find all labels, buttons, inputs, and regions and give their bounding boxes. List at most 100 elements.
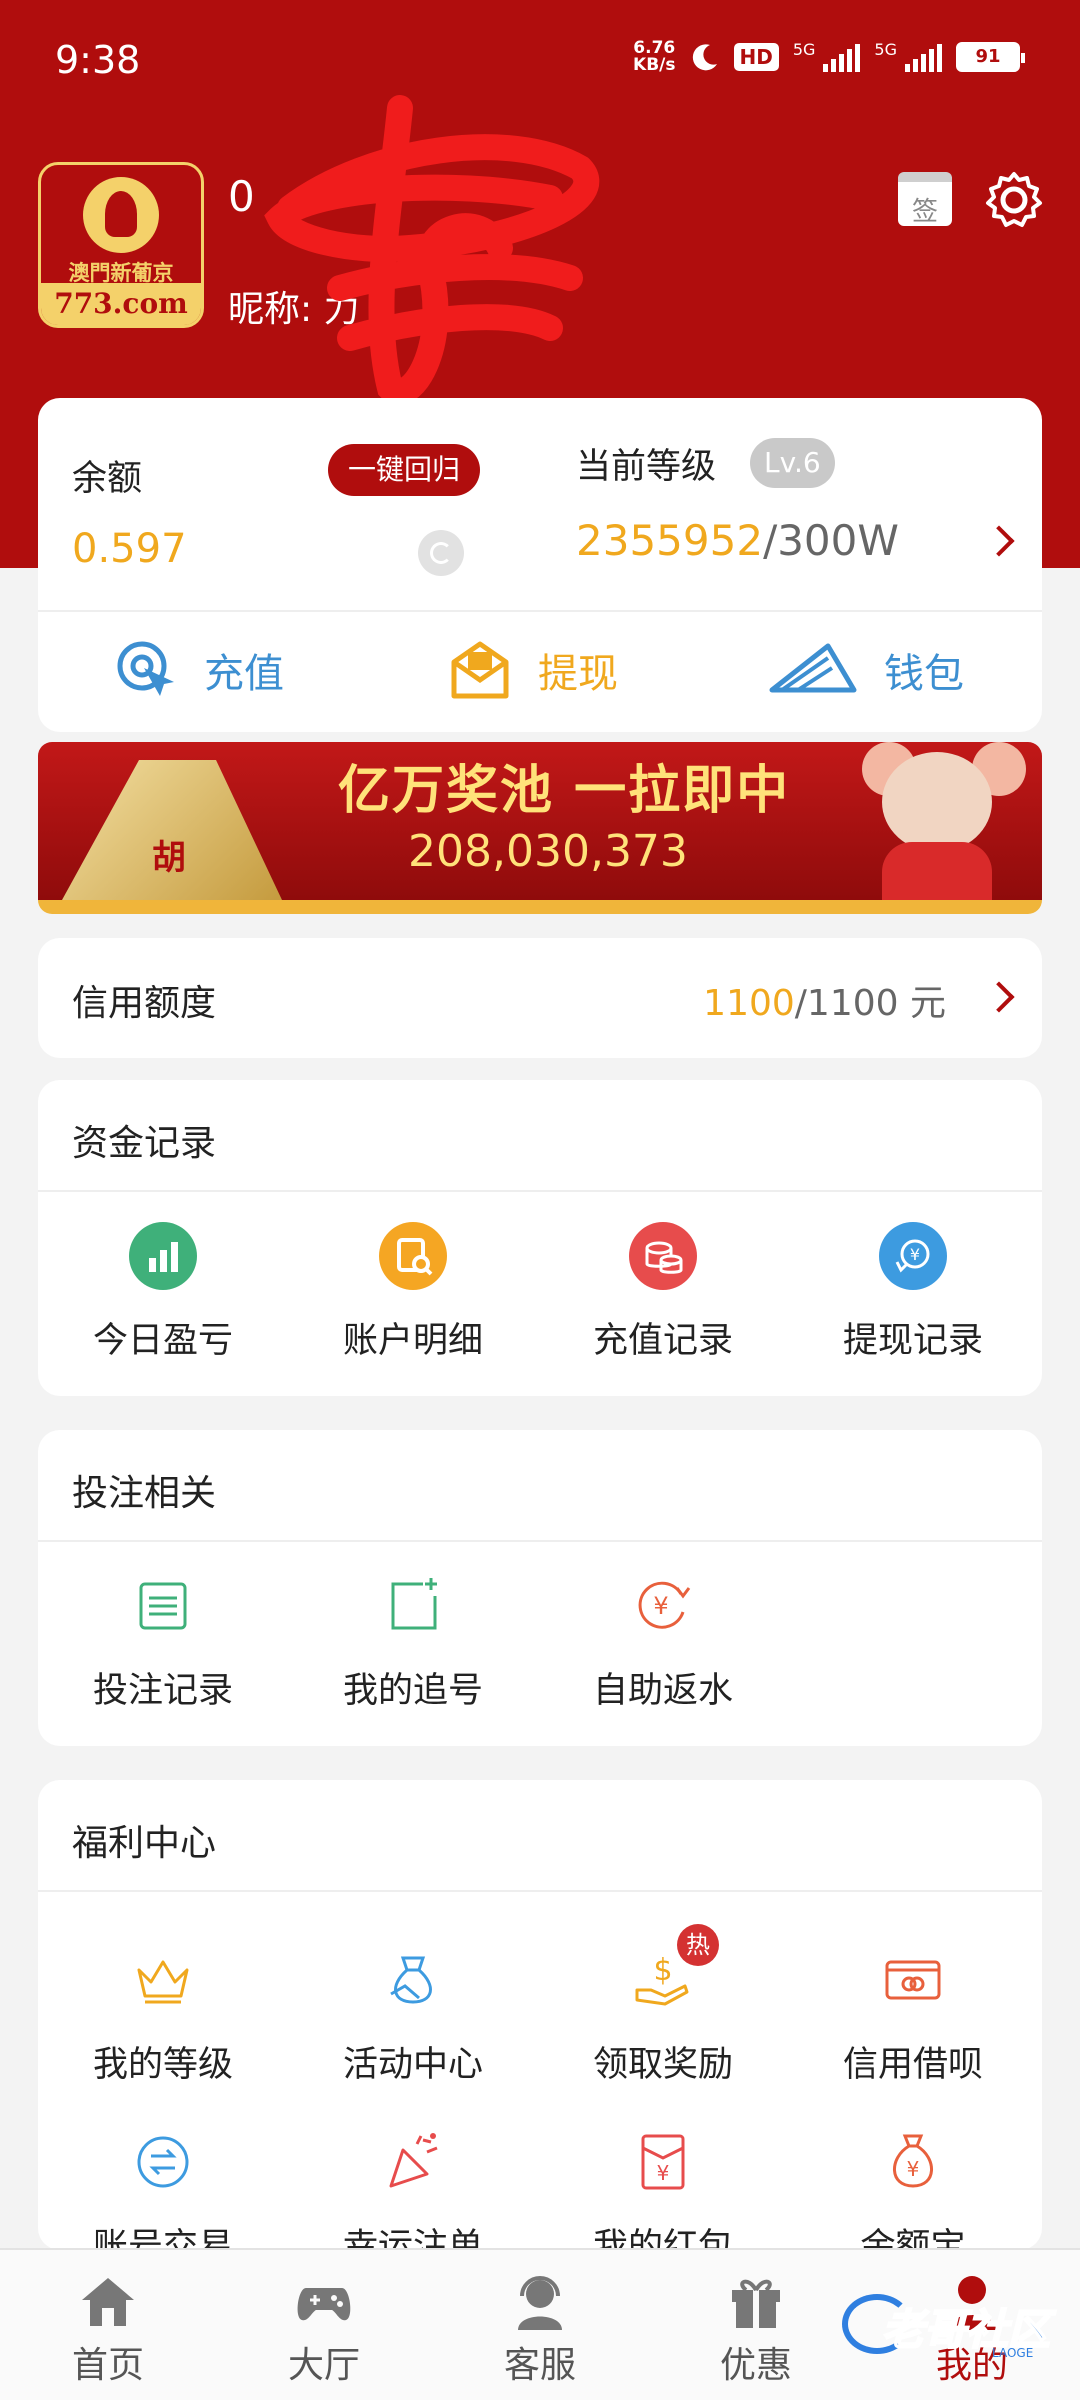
credit-limit-row[interactable]: 信用额度 1100/1100 元 [38,938,1042,1058]
level-progress-target: /300W [763,516,899,565]
settings-gear-icon[interactable] [984,170,1044,230]
signal-icon [823,42,861,72]
wallet-icon [769,643,857,693]
wallet-button[interactable]: 钱包 [768,634,964,706]
my-chase-item[interactable]: 我的追号 [288,1572,538,1713]
svg-text:¥: ¥ [907,2157,920,2181]
section-title: 投注相关 [72,1473,217,1514]
divider [38,610,1042,612]
level-progress-current: 2355952 [576,516,764,565]
divider [38,1890,1042,1892]
gift-bag-icon [379,1946,447,2014]
section-title: 福利中心 [72,1823,217,1864]
money-bag-icon: ¥ [879,2128,947,2196]
mascot-mouse-image [842,742,1026,900]
balance-value: 0.597 [72,526,187,572]
item-label: 充值记录 [592,1321,733,1361]
add-note-icon [379,1572,447,1640]
app-logo[interactable]: 澳門新葡京 773.com [38,162,204,328]
item-label: 领取奖励 [592,2045,733,2085]
credit-used: 1100 [703,983,795,1024]
divider [38,1540,1042,1542]
mahjong-tile-text: 胡 [152,838,186,878]
withdraw-label: 提现 [538,651,618,697]
receipt-search-icon [379,1222,447,1290]
section-title: 资金记录 [72,1123,217,1164]
level-progress[interactable]: 2355952/300W [576,516,899,565]
credit-total: /1100 元 [794,983,946,1024]
coins-icon [629,1222,697,1290]
item-label: 今日盈亏 [92,1321,233,1361]
item-label: 信用借呗 [842,2045,983,2085]
account-detail-item[interactable]: 账户明细 [288,1222,538,1363]
swap-icon [129,2128,197,2196]
gift-icon [732,2279,780,2328]
chevron-right-icon[interactable] [983,525,1015,557]
chevron-right-icon[interactable] [983,981,1015,1013]
item-label: 提现记录 [842,1321,983,1361]
tab-label: 首页 [71,2345,144,2386]
banner-title: 亿万奖池 一拉即中 [338,761,791,821]
credit-label: 信用额度 [72,983,217,1024]
wallet-label: 钱包 [884,651,964,697]
sim2-label: 5G [874,40,897,59]
recharge-button[interactable]: 充值 [114,634,284,706]
tab-support[interactable]: 客服 [470,2270,610,2388]
sign-in-button[interactable]: 签 [898,172,952,227]
tab-label: 优惠 [719,2345,792,2386]
watermark-subtext: LAOGE [992,2346,1034,2360]
gamepad-icon [297,2288,351,2321]
balance-card: 余额 一键回归 0.597 当前等级 Lv.6 2355952/300W 充值 … [38,398,1042,732]
today-profit-item[interactable]: 今日盈亏 [38,1222,288,1363]
self-rebate-item[interactable]: ¥ 自助返水 [538,1572,788,1713]
item-label: 我的追号 [342,1671,483,1711]
list-icon [129,1572,197,1640]
jackpot-amount: 208,030,373 [408,826,688,877]
yuan-rebate-icon: ¥ [629,1572,697,1640]
item-label: 我的等级 [92,2045,233,2085]
betting-section: 投注相关 投注记录 我的追号 ¥ 自助返水 [38,1430,1042,1746]
bet-record-item[interactable]: 投注记录 [38,1572,288,1713]
activity-center-item[interactable]: 活动中心 [288,1946,538,2087]
item-label: 自助返水 [592,1671,733,1711]
level-label: 当前等级 [576,447,717,487]
recharge-icon [117,641,174,696]
hand-dollar-icon: $ 热 [629,1924,719,2014]
chart-icon [129,1222,197,1290]
withdraw-icon [451,641,509,699]
recall-button[interactable]: 一键回归 [328,444,481,496]
hot-badge: 热 [677,1924,719,1966]
network-speed: 6.76 KB/s [633,40,675,74]
tab-label: 客服 [503,2345,576,2386]
moon-icon [692,44,717,71]
item-label: 投注记录 [92,1671,233,1711]
jackpot-banner[interactable]: 胡 亿万奖池 一拉即中 208,030,373 [38,742,1042,914]
recharge-record-item[interactable]: 充值记录 [538,1222,788,1363]
signal-icon [905,42,942,72]
svg-text:¥: ¥ [653,1592,668,1620]
yuan-exchange-icon: ¥ [879,1222,947,1290]
item-label: 活动中心 [342,2045,483,2085]
battery-icon: 91 [956,42,1025,72]
hd-badge: HD [733,43,779,71]
credit-loan-item[interactable]: 信用借呗 [788,1946,1038,2087]
my-level-item[interactable]: 我的等级 [38,1946,288,2087]
mahjong-tiles-image: 胡 [62,760,282,900]
withdraw-button[interactable]: 提现 [448,634,618,706]
logo-domain: 773.com [41,283,201,325]
network-speed-unit: KB/s [633,55,676,75]
refresh-icon[interactable] [418,530,464,576]
sim1-label: 5G [792,40,816,59]
crown-icon [129,1946,197,2014]
item-label: 账户明细 [342,1321,483,1361]
welfare-section: 福利中心 我的等级 活动中心 $ 热 领取奖励 信用借呗 账号交易 幸运注单 ¥… [38,1780,1042,2267]
divider [38,1190,1042,1192]
level-badge: Lv.6 [750,438,835,488]
withdraw-record-item[interactable]: ¥ 提现记录 [788,1222,1038,1363]
tab-lobby[interactable]: 大厅 [254,2270,394,2388]
money-records-section: 资金记录 今日盈亏 账户明细 充值记录 ¥ 提现记录 [38,1080,1042,1396]
claim-reward-item[interactable]: $ 热 领取奖励 [538,1924,788,2087]
status-time: 9:38 [55,38,141,82]
tab-home[interactable]: 首页 [38,2270,178,2388]
tab-promotions[interactable]: 优惠 [686,2270,826,2388]
